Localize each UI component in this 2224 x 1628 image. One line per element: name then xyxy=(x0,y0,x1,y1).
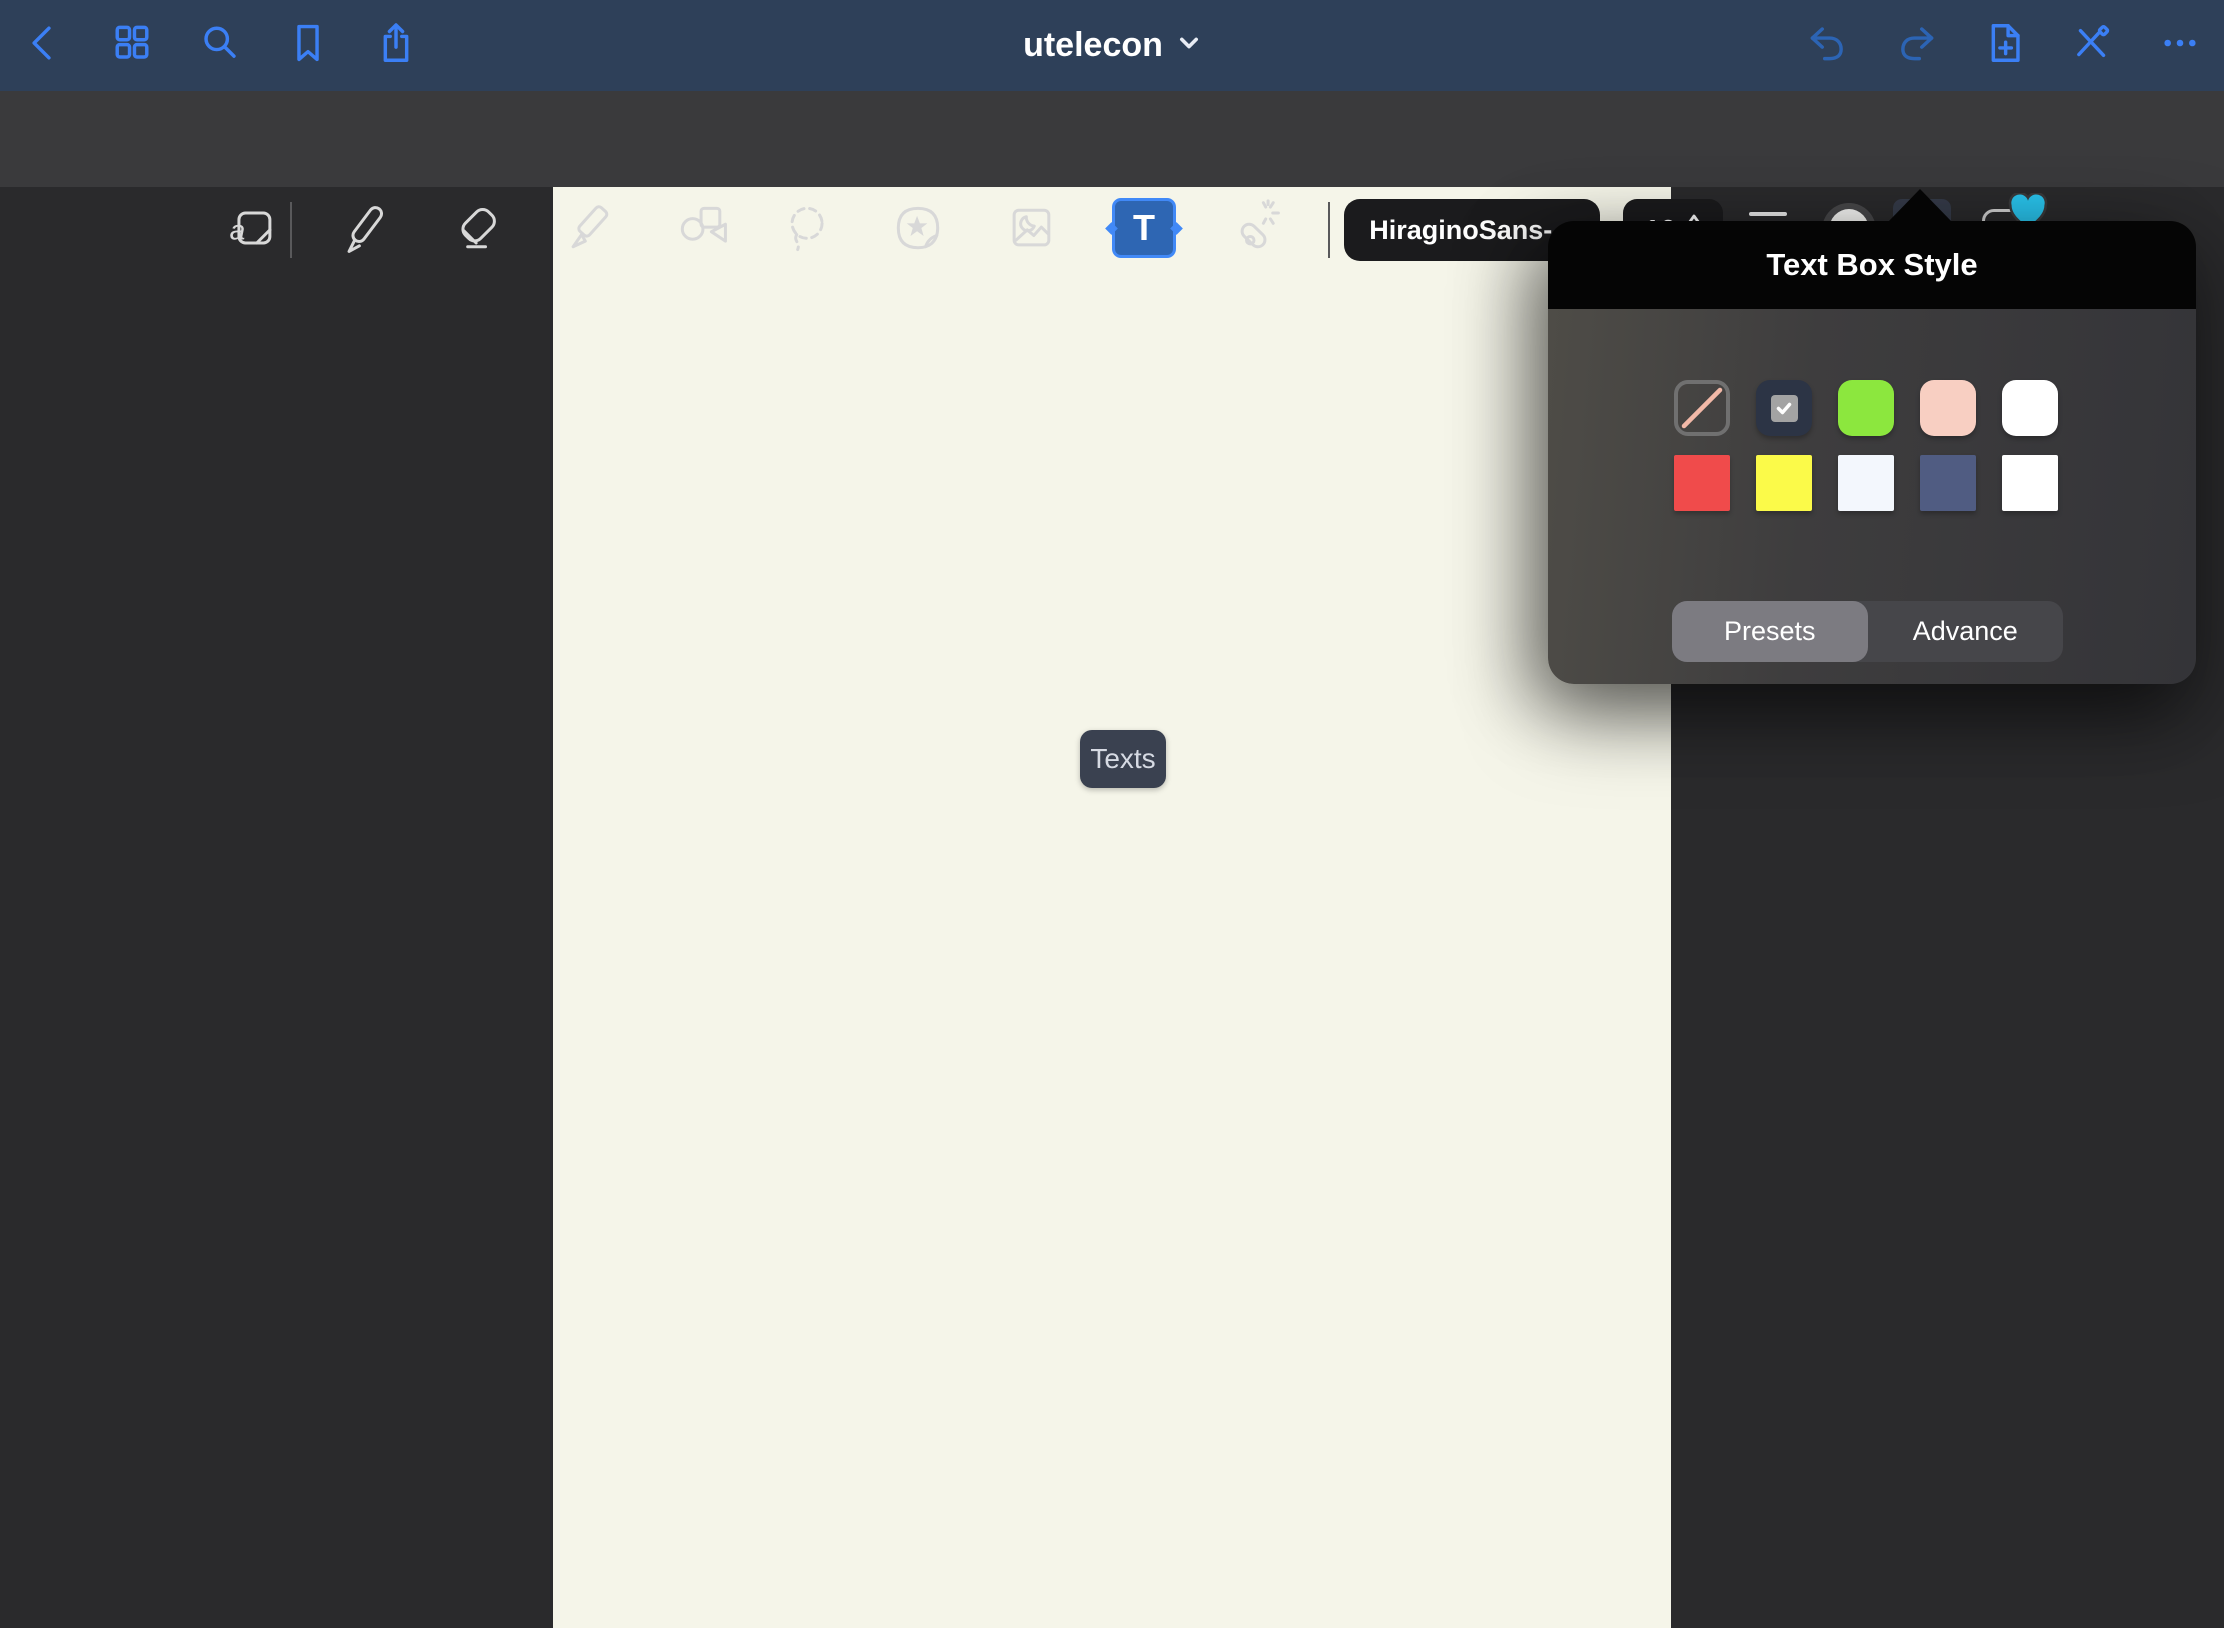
text-tool-selected[interactable]: T xyxy=(1112,198,1176,258)
undo-button[interactable] xyxy=(1806,24,1850,68)
swatch-white[interactable] xyxy=(2002,380,2058,436)
sticker-tool[interactable] xyxy=(886,198,950,262)
popover-body: Presets Advance xyxy=(1548,309,2196,684)
document-title[interactable]: utelecon xyxy=(1023,26,1163,65)
page-canvas[interactable] xyxy=(553,187,1671,1628)
canvas-textbox[interactable]: Texts xyxy=(1080,730,1166,788)
shapes-tool[interactable] xyxy=(670,198,734,262)
lasso-tool[interactable] xyxy=(776,198,840,262)
nav-right-group xyxy=(1806,0,2202,91)
add-page-button[interactable] xyxy=(1982,24,2026,68)
more-icon xyxy=(2157,20,2203,71)
toolbar-separator xyxy=(1328,202,1330,258)
swatch-red[interactable] xyxy=(1674,455,1730,511)
tools-toolbar: a xyxy=(0,91,2224,187)
convert-text-tool[interactable]: a xyxy=(221,198,285,262)
slash-icon xyxy=(1678,384,1726,432)
highlighter-tool[interactable] xyxy=(558,198,622,262)
swatch-salmon[interactable] xyxy=(1920,380,1976,436)
swatch-yellow[interactable] xyxy=(1756,455,1812,511)
redo-icon xyxy=(1893,20,1939,71)
font-name-label: HiraginoSans-... xyxy=(1369,215,1575,246)
laser-pointer-icon xyxy=(1224,198,1284,263)
pen-tool[interactable] xyxy=(333,198,397,262)
convert-text-icon: a xyxy=(223,198,283,263)
top-navigation-bar: utelecon xyxy=(0,0,2224,91)
canvas-textbox-label: Texts xyxy=(1090,743,1155,775)
svg-text:a: a xyxy=(230,214,246,245)
pen-icon xyxy=(335,198,395,263)
swatch-slate-blue[interactable] xyxy=(1920,455,1976,511)
popover-header: Text Box Style xyxy=(1548,221,2196,309)
eraser-icon xyxy=(448,198,508,263)
popover-title: Text Box Style xyxy=(1766,247,1977,283)
redo-button[interactable] xyxy=(1894,24,1938,68)
chevron-down-icon[interactable] xyxy=(1177,31,1201,60)
eraser-tool[interactable] xyxy=(446,198,510,262)
more-button[interactable] xyxy=(2158,24,2202,68)
laser-pointer-tool[interactable] xyxy=(1222,198,1286,262)
shapes-icon xyxy=(672,198,732,263)
highlighter-icon xyxy=(560,198,620,263)
text-box-style-popover: Text Box Style Presets Advance xyxy=(1548,221,2196,684)
undo-icon xyxy=(1805,20,1851,71)
toolbar-separator xyxy=(290,202,292,258)
swatch-checkbox-style[interactable] xyxy=(1756,380,1812,436)
swatch-no-fill[interactable] xyxy=(1674,380,1730,436)
swatch-light-blue[interactable] xyxy=(1838,455,1894,511)
swatch-white-2[interactable] xyxy=(2002,455,2058,511)
image-icon xyxy=(1001,198,1061,263)
image-tool[interactable] xyxy=(999,198,1063,262)
pen-disable-button[interactable] xyxy=(2070,24,2114,68)
add-page-icon xyxy=(1981,20,2027,71)
text-tool-icon: T xyxy=(1133,207,1155,249)
tab-advance[interactable]: Advance xyxy=(1868,601,2064,662)
pen-disable-icon xyxy=(2069,20,2115,71)
presets-advance-segmented-control: Presets Advance xyxy=(1672,601,2063,662)
sticker-icon xyxy=(888,198,948,263)
swatch-green[interactable] xyxy=(1838,380,1894,436)
swatch-row-2 xyxy=(1674,455,2058,511)
checkbox-icon xyxy=(1771,395,1798,422)
tab-presets[interactable]: Presets xyxy=(1672,601,1868,662)
swatch-row-1 xyxy=(1674,380,2058,436)
popover-arrow xyxy=(1888,189,1952,222)
lasso-icon xyxy=(778,198,838,263)
